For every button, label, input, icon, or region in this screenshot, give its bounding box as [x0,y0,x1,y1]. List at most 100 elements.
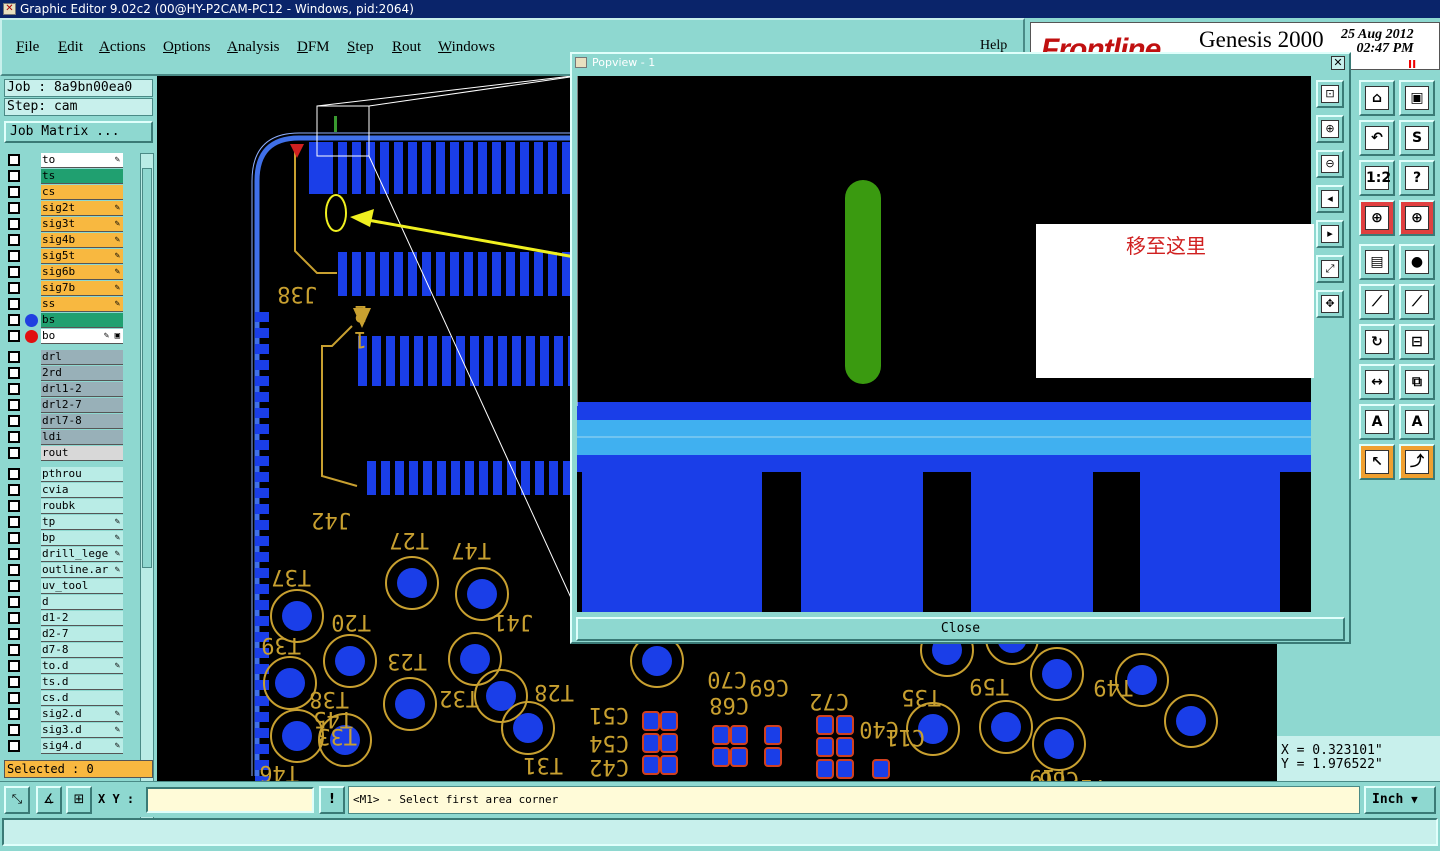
layer-checkbox[interactable] [8,740,20,752]
layer-name[interactable]: sig5t ✎ [41,249,123,264]
layer-checkbox[interactable] [8,186,20,198]
layer-row-cvia[interactable]: cvia [4,483,140,498]
layer-name[interactable]: cvia [41,483,123,498]
layer-checkbox[interactable] [8,564,20,576]
layer-checkbox[interactable] [8,692,20,704]
xy-input[interactable] [146,787,314,813]
layer-row-to[interactable]: to ✎ [4,153,140,168]
layer-name[interactable]: drl7-8 [41,414,123,429]
layer-checkbox[interactable] [8,628,20,640]
layer-name[interactable]: bs [41,313,123,328]
layer-checkbox[interactable] [8,330,20,342]
zoom-out-button[interactable]: ⊖ [1316,150,1344,178]
layer-name[interactable]: sig4b ✎ [41,233,123,248]
pause-icon[interactable]: II [1408,58,1416,71]
layer-checkbox[interactable] [8,516,20,528]
layer-checkbox[interactable] [8,250,20,262]
layer-name[interactable]: outline.ar ✎ [41,563,123,578]
layer-row-drl7-8[interactable]: drl7-8 [4,414,140,429]
layer-name[interactable]: sig3.d ✎ [41,723,123,738]
layer-name[interactable]: drl1-2 [41,382,123,397]
shape-button[interactable]: ⧉ [1399,364,1435,400]
layer-row-cs[interactable]: cs [4,185,140,200]
layer-row-sig2t[interactable]: sig2t ✎ [4,201,140,216]
layer-checkbox[interactable] [8,468,20,480]
arc-line-button[interactable]: ⟋ [1399,284,1435,320]
layer-name[interactable]: d [41,595,123,610]
layer-checkbox[interactable] [8,314,20,326]
layer-row-d1-2[interactable]: d1-2 [4,611,140,626]
layer-row-ldi[interactable]: ldi [4,430,140,445]
layer-checkbox[interactable] [8,415,20,427]
cursor-button[interactable]: ↖ [1359,444,1395,480]
layer-row-drl1-2[interactable]: drl1-2 [4,382,140,397]
text-button[interactable]: A [1359,404,1395,440]
menu-edit[interactable]: Edit [58,39,83,56]
layer-checkbox[interactable] [8,367,20,379]
layer-row-bo[interactable]: bo ✎ ▣ [4,329,140,344]
layer-row-tp[interactable]: tp ✎ [4,515,140,530]
layer-name[interactable]: to ✎ [41,153,123,168]
menu-actions[interactable]: Actions [99,39,146,56]
layer-checkbox[interactable] [8,298,20,310]
window-button[interactable]: ▣ [1399,80,1435,116]
zoom-area-button[interactable]: ⤢ [1316,255,1344,283]
layer-checkbox[interactable] [8,383,20,395]
layer-name[interactable]: ss ✎ [41,297,123,312]
layer-checkbox[interactable] [8,548,20,560]
layer-row-ts.d[interactable]: ts.d [4,675,140,690]
layer-pick-button[interactable]: ⊕ [1359,200,1395,236]
layer-checkbox[interactable] [8,660,20,672]
menu-rout[interactable]: Rout [392,39,421,56]
layer-row-uv_tool[interactable]: uv_tool [4,579,140,594]
menu-options[interactable]: Options [163,39,211,56]
scroll-thumb[interactable] [142,168,152,568]
dot-button[interactable]: ● [1399,244,1435,280]
popview-close-x[interactable]: ✕ [1331,56,1345,70]
layer-row-sig3.d[interactable]: sig3.d ✎ [4,723,140,738]
layer-name[interactable]: ts.d [41,675,123,690]
menu-file[interactable]: File [16,39,39,56]
ruler-button[interactable]: ▤ [1359,244,1395,280]
layer-name[interactable]: sig3t ✎ [41,217,123,232]
pan-left-button[interactable]: ◂ [1316,185,1344,213]
layer-row-sig6b[interactable]: sig6b ✎ [4,265,140,280]
layer-checkbox[interactable] [8,202,20,214]
layer-checkbox[interactable] [8,154,20,166]
menu-step[interactable]: Step [347,39,374,56]
layer-checkbox[interactable] [8,170,20,182]
help-button[interactable]: ? [1399,160,1435,196]
menu-dfm[interactable]: DFM [297,39,330,56]
layer-name[interactable]: d2-7 [41,627,123,642]
layer-name[interactable]: sig7b ✎ [41,281,123,296]
layer-checkbox[interactable] [8,399,20,411]
text-2-button[interactable]: A [1399,404,1435,440]
layer-name[interactable]: d1-2 [41,611,123,626]
layer-row-sig2.d[interactable]: sig2.d ✎ [4,707,140,722]
layer-row-2rd[interactable]: 2rd [4,366,140,381]
layer-row-outline.ar[interactable]: outline.ar ✎ [4,563,140,578]
layer-row-drl[interactable]: drl [4,350,140,365]
layer-row-sig4b[interactable]: sig4b ✎ [4,233,140,248]
layer-checkbox[interactable] [8,431,20,443]
layer-checkbox[interactable] [8,500,20,512]
layer-name[interactable]: to.d ✎ [41,659,123,674]
layer-name[interactable]: bp ✎ [41,531,123,546]
layer-name[interactable]: ts [41,169,123,184]
layer-name[interactable]: cs [41,185,123,200]
layer-name[interactable]: sig6b ✎ [41,265,123,280]
alert-button[interactable]: ! [319,786,345,814]
layer-row-ts[interactable]: ts [4,169,140,184]
layer-pick-2-button[interactable]: ⊕ [1399,200,1435,236]
units-select[interactable]: Inch ▼ [1364,786,1436,814]
layer-name[interactable]: sig2.d ✎ [41,707,123,722]
layer-row-drl2-7[interactable]: drl2-7 [4,398,140,413]
feature-button[interactable]: ⊟ [1399,324,1435,360]
layer-checkbox[interactable] [8,724,20,736]
menu-analysis[interactable]: Analysis [227,39,280,56]
layer-name[interactable]: ldi [41,430,123,445]
layer-name[interactable]: uv_tool [41,579,123,594]
layer-row-bs[interactable]: bs [4,313,140,328]
job-matrix-button[interactable]: Job Matrix ... [4,121,153,143]
layer-row-pthrou[interactable]: pthrou [4,467,140,482]
